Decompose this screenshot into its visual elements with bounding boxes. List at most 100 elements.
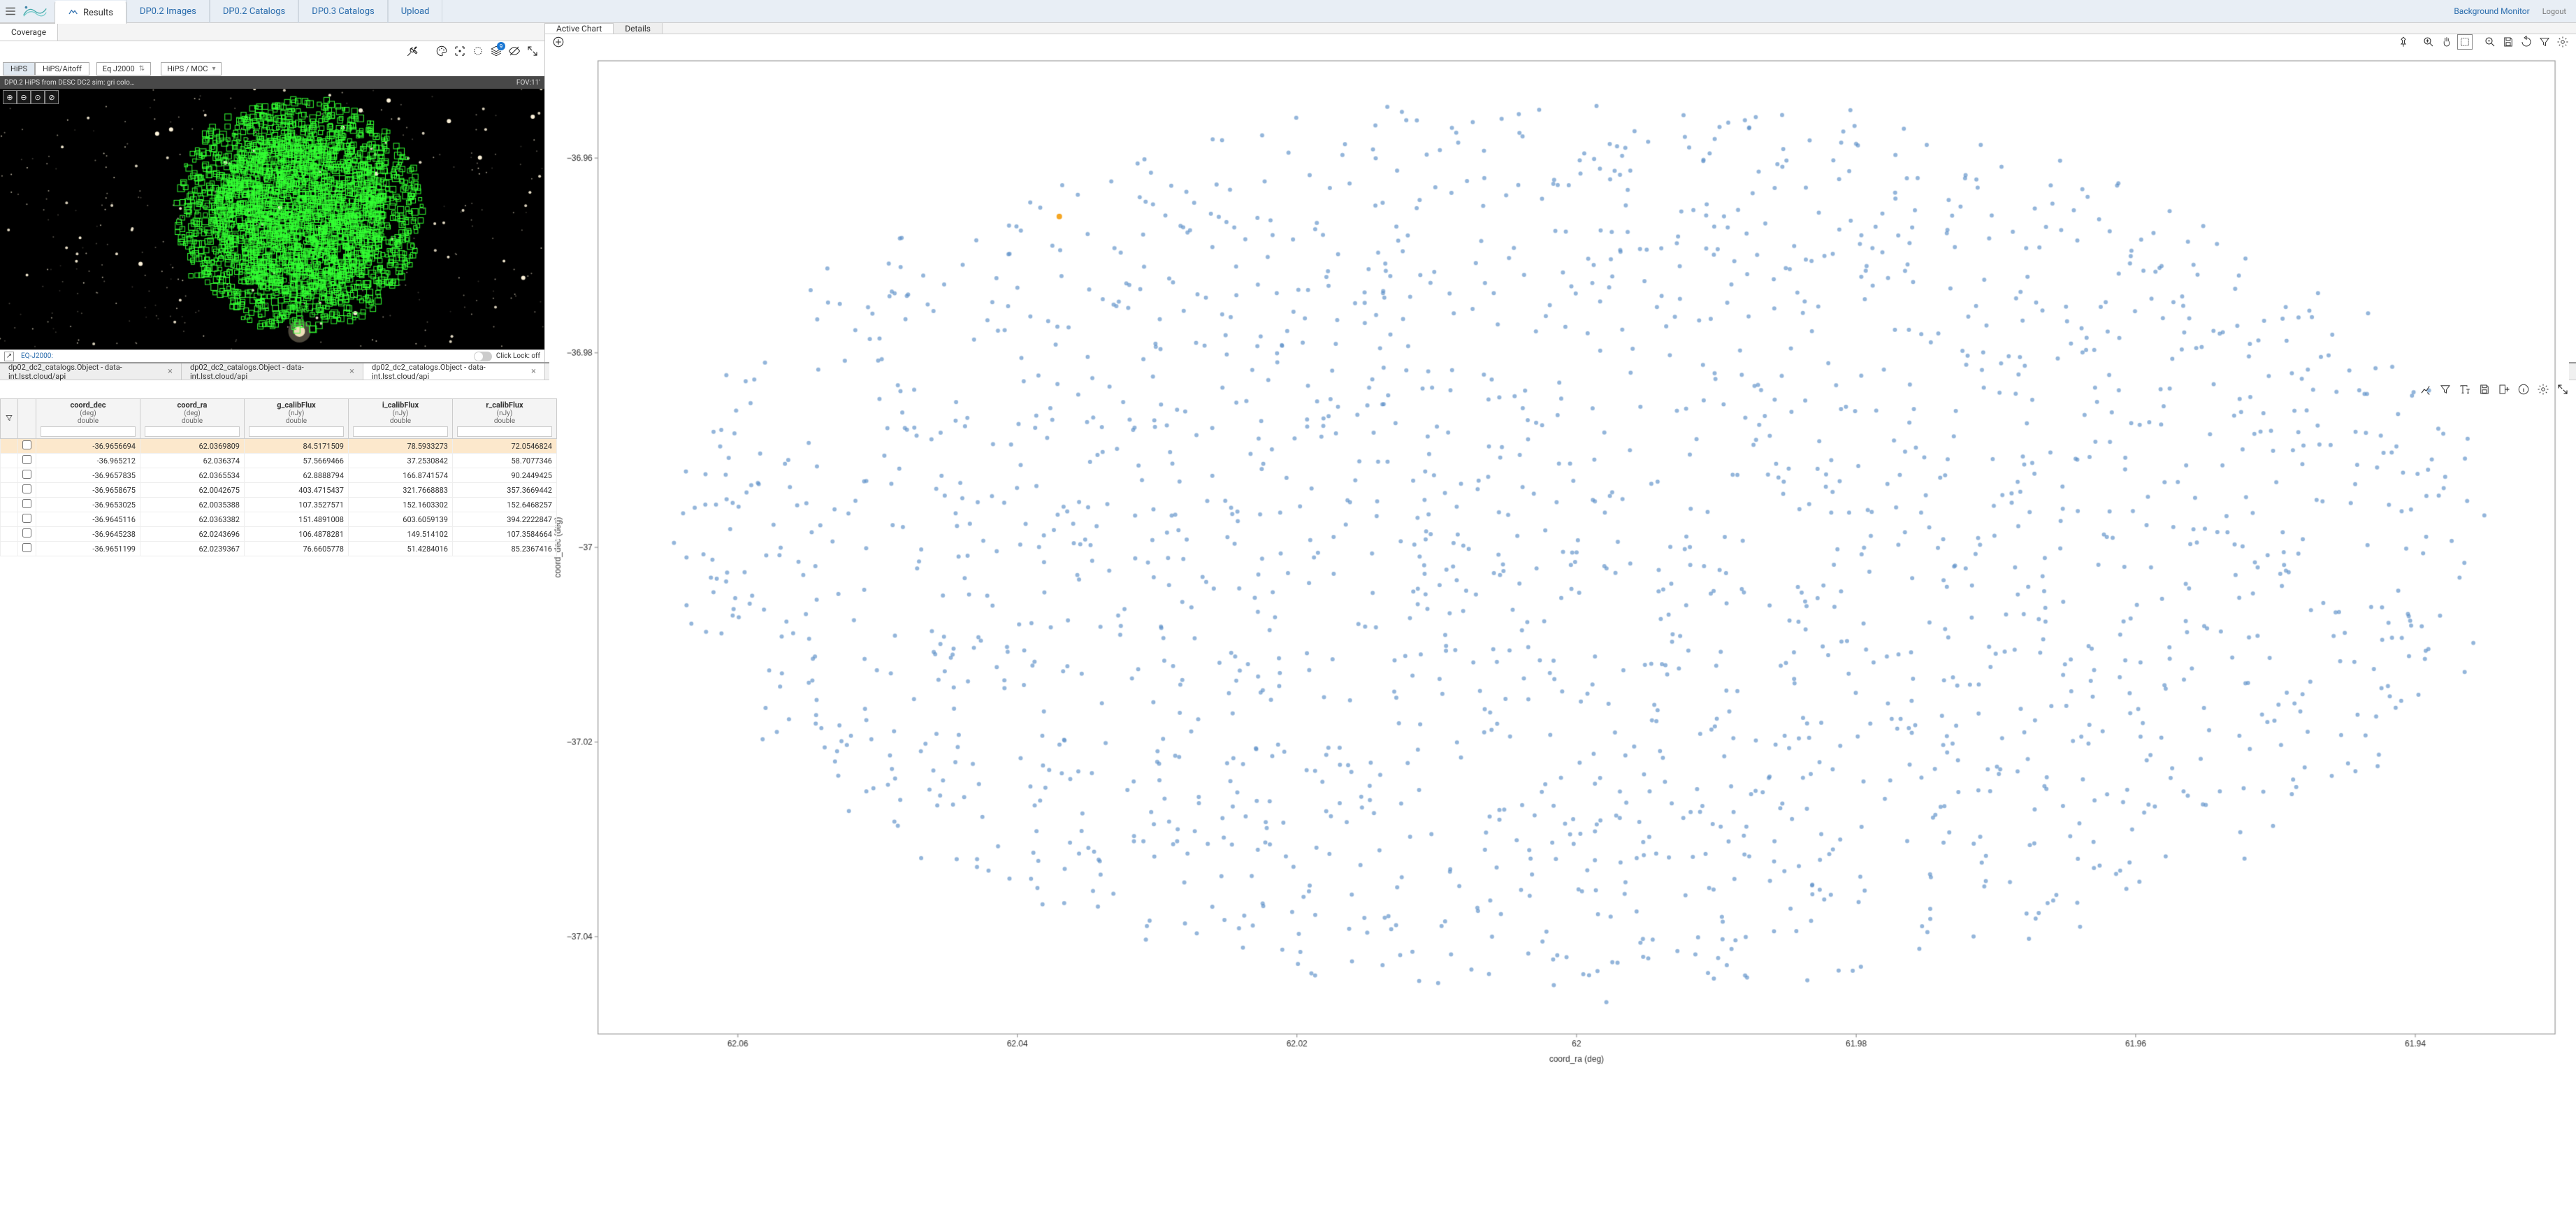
table-addcol-icon[interactable] bbox=[2496, 382, 2512, 397]
hips-btn-hips[interactable]: HiPS bbox=[3, 62, 35, 75]
logout-link[interactable]: Logout bbox=[2542, 7, 2566, 16]
checkbox-column bbox=[18, 399, 36, 439]
subtab-coverage[interactable]: Coverage bbox=[0, 23, 58, 41]
hips-moc-select[interactable]: HiPS / MOC▾ bbox=[161, 62, 222, 75]
sky-canvas[interactable] bbox=[0, 89, 544, 349]
results-table-panel: dp02_dc2_catalogs.Object - data-int.lsst… bbox=[0, 362, 2576, 1219]
table-info-icon[interactable] bbox=[2516, 382, 2531, 397]
result-tab-2[interactable]: dp02_dc2_catalogs.Object - data-int.lsst… bbox=[363, 363, 545, 380]
subtab-active-chart[interactable]: Active Chart bbox=[545, 23, 614, 34]
chart-select-icon[interactable] bbox=[2457, 34, 2473, 50]
layers-icon[interactable]: 9 bbox=[489, 43, 504, 59]
image-fov: FOV:11' bbox=[516, 79, 540, 87]
data-table-wrap[interactable]: coord_dec(deg)doublecoord_ra(deg)doubleg… bbox=[0, 398, 2576, 1219]
nav-tab-dp0-2-catalogs[interactable]: DP0.2 Catalogs bbox=[210, 0, 298, 23]
chart-filter-icon[interactable] bbox=[2537, 34, 2552, 50]
row-checkbox[interactable] bbox=[22, 440, 31, 449]
background-monitor-link[interactable]: Background Monitor bbox=[2454, 6, 2529, 16]
updown-icon: ⇅ bbox=[139, 65, 145, 73]
tools-icon[interactable] bbox=[405, 43, 420, 59]
row-checkbox[interactable] bbox=[22, 528, 31, 538]
expand-icon[interactable] bbox=[525, 43, 540, 59]
app-logo bbox=[21, 0, 49, 23]
coord-frame-select[interactable]: Eq J2000⇅ bbox=[96, 62, 151, 75]
col-header-coord_dec[interactable]: coord_dec(deg)double bbox=[36, 399, 140, 439]
chart-reset-icon[interactable] bbox=[2519, 34, 2534, 50]
zoom-out-icon[interactable]: ⊖ bbox=[17, 90, 31, 104]
color-icon[interactable] bbox=[434, 43, 449, 59]
pin-icon[interactable] bbox=[2396, 34, 2411, 50]
hide-icon[interactable] bbox=[507, 43, 522, 59]
chevron-down-icon: ▾ bbox=[212, 65, 215, 73]
col-header-g_calibFlux[interactable]: g_calibFlux(nJy)double bbox=[245, 399, 349, 439]
table-text-icon[interactable] bbox=[2457, 382, 2473, 397]
row-checkbox[interactable] bbox=[22, 514, 31, 523]
nav-tabs: ResultsDP0.2 ImagesDP0.2 CatalogsDP0.3 C… bbox=[55, 0, 2454, 23]
hips-btn-hips-aitoff[interactable]: HiPS/Aitoff bbox=[35, 62, 89, 75]
table-save-icon[interactable] bbox=[2477, 382, 2492, 397]
click-lock-toggle[interactable] bbox=[474, 352, 492, 361]
table-row[interactable]: -36.965783562.036553462.8888794166.87415… bbox=[1, 468, 557, 483]
chart-zoom1x-icon[interactable] bbox=[2482, 34, 2498, 50]
zoom-in-icon[interactable]: ⊕ bbox=[3, 90, 17, 104]
close-icon[interactable]: × bbox=[531, 366, 536, 377]
result-tab-1[interactable]: dp02_dc2_catalogs.Object - data-int.lsst… bbox=[182, 363, 363, 380]
col-filter-r_calibFlux[interactable] bbox=[457, 426, 552, 437]
layer-badge: 9 bbox=[497, 42, 505, 50]
nav-tab-dp0-2-images[interactable]: DP0.2 Images bbox=[126, 0, 210, 23]
chart-panel: Active ChartDetails bbox=[545, 23, 2576, 362]
nav-tab-results[interactable]: Results bbox=[55, 1, 126, 24]
nav-tab-upload[interactable]: Upload bbox=[388, 0, 443, 23]
col-header-coord_ra[interactable]: coord_ra(deg)double bbox=[140, 399, 245, 439]
col-filter-coord_ra[interactable] bbox=[145, 426, 240, 437]
row-checkbox[interactable] bbox=[22, 455, 31, 464]
col-header-r_calibFlux[interactable]: r_calibFlux(nJy)double bbox=[453, 399, 557, 439]
row-checkbox[interactable] bbox=[22, 484, 31, 493]
col-filter-g_calibFlux[interactable] bbox=[249, 426, 344, 437]
coverage-panel: Coverage 9 HiPSHiPS/Aitoff Eq J2000⇅ HiP… bbox=[0, 23, 545, 362]
subtab-details[interactable]: Details bbox=[614, 23, 663, 34]
results-icon bbox=[68, 6, 79, 20]
add-chart-icon[interactable] bbox=[551, 34, 566, 50]
data-table: coord_dec(deg)doublecoord_ra(deg)doubleg… bbox=[0, 398, 557, 556]
table-row[interactable]: -36.964523862.0243696106.4878281149.5141… bbox=[1, 527, 557, 542]
topbar: ResultsDP0.2 ImagesDP0.2 CatalogsDP0.3 C… bbox=[0, 0, 2576, 23]
chart-toolbar bbox=[545, 34, 2576, 50]
table-row[interactable]: -36.965669462.036980984.517150978.593327… bbox=[1, 439, 557, 454]
table-row[interactable]: -36.965867562.0042675403.4715437321.7668… bbox=[1, 483, 557, 498]
table-chart-icon[interactable] bbox=[2418, 382, 2433, 397]
image-header: DP0.2 HiPS from DESC DC2 sim: gri colo… … bbox=[0, 76, 544, 89]
center-icon[interactable] bbox=[452, 43, 468, 59]
chart-pan-icon[interactable] bbox=[2439, 34, 2454, 50]
table-row[interactable]: -36.96521262.03637457.566946637.25308425… bbox=[1, 454, 557, 468]
popout-icon[interactable]: ↗ bbox=[4, 352, 14, 361]
chart-zoom-in-icon[interactable] bbox=[2421, 34, 2436, 50]
image-toolbar: 9 bbox=[0, 41, 544, 61]
table-expand-icon[interactable] bbox=[2555, 382, 2570, 397]
col-filter-coord_dec[interactable] bbox=[41, 426, 136, 437]
col-filter-i_calibFlux[interactable] bbox=[353, 426, 448, 437]
filter-column-icon[interactable] bbox=[1, 399, 18, 439]
hamburger-icon bbox=[4, 5, 17, 17]
table-filter-icon[interactable] bbox=[2438, 382, 2453, 397]
table-settings-icon[interactable] bbox=[2535, 382, 2551, 397]
nav-tab-dp0-3-catalogs[interactable]: DP0.3 Catalogs bbox=[298, 0, 387, 23]
close-icon[interactable]: × bbox=[168, 366, 173, 377]
table-row[interactable]: -36.965119962.023936776.660577851.428401… bbox=[1, 542, 557, 556]
row-checkbox[interactable] bbox=[22, 470, 31, 479]
chart-settings-icon[interactable] bbox=[2555, 34, 2570, 50]
col-header-i_calibFlux[interactable]: i_calibFlux(nJy)double bbox=[349, 399, 453, 439]
sky-image-view[interactable]: DP0.2 HiPS from DESC DC2 sim: gri colo… … bbox=[0, 76, 544, 362]
zoom-1x-icon[interactable]: ⊘ bbox=[45, 90, 59, 104]
zoom-fit-icon[interactable]: ⊙ bbox=[31, 90, 45, 104]
row-checkbox[interactable] bbox=[22, 543, 31, 552]
chart-save-icon[interactable] bbox=[2501, 34, 2516, 50]
row-checkbox[interactable] bbox=[22, 499, 31, 508]
table-row[interactable]: -36.965302562.0035388107.3527571152.1603… bbox=[1, 498, 557, 512]
close-icon[interactable]: × bbox=[349, 366, 354, 377]
right-subtabs: Active ChartDetails bbox=[545, 23, 2576, 34]
table-row[interactable]: -36.964511662.0363382151.4891008603.6059… bbox=[1, 512, 557, 527]
result-tab-0[interactable]: dp02_dc2_catalogs.Object - data-int.lsst… bbox=[0, 363, 182, 380]
menu-button[interactable] bbox=[0, 0, 21, 23]
region-icon[interactable] bbox=[470, 43, 486, 59]
